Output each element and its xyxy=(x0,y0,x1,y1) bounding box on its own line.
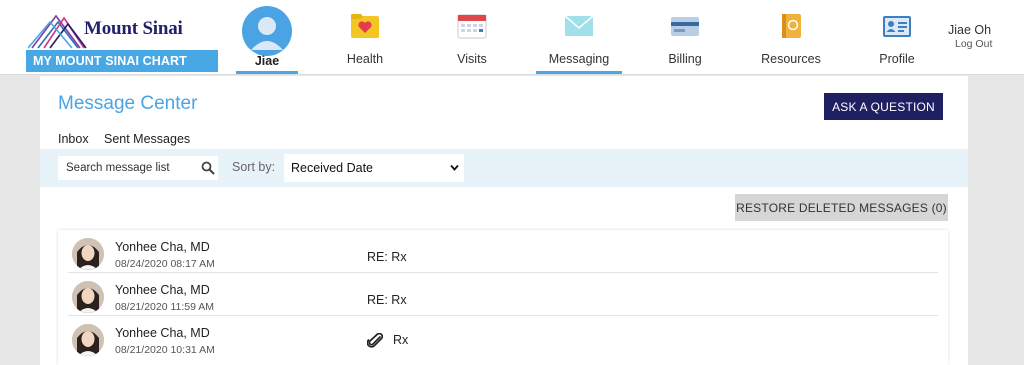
sort-select[interactable]: Received Date xyxy=(284,154,464,182)
paperclip-icon xyxy=(367,333,384,348)
message-sender: Yonhee Cha, MD xyxy=(115,326,210,340)
logout-link[interactable]: Log Out xyxy=(955,38,992,50)
message-row[interactable]: Yonhee Cha, MD 08/21/2020 11:59 AM RE: R… xyxy=(58,273,948,316)
heart-folder-icon xyxy=(351,14,379,38)
nav-label-profile: Profile xyxy=(879,52,915,66)
sort-label: Sort by: xyxy=(232,160,276,174)
nav-label-messaging: Messaging xyxy=(548,52,610,66)
nav-tab-visits[interactable]: Visits xyxy=(437,0,507,75)
nav-label-visits: Visits xyxy=(457,52,487,66)
nav-tab-resources[interactable]: Resources xyxy=(756,0,826,75)
top-header: Mount Sinai MY MOUNT SINAI CHART Jiae He… xyxy=(0,0,1024,75)
message-row[interactable]: Yonhee Cha, MD 08/24/2020 08:17 AM RE: R… xyxy=(58,230,948,273)
sender-photo-icon xyxy=(72,238,104,270)
user-avatar-button[interactable] xyxy=(242,6,292,56)
nav-tab-health[interactable]: Health xyxy=(330,0,400,75)
sender-avatar xyxy=(72,324,104,356)
message-date: 08/24/2020 08:17 AM xyxy=(115,258,215,270)
search-input[interactable] xyxy=(58,156,198,180)
message-date: 08/21/2020 11:59 AM xyxy=(115,301,215,313)
nav-label-resources: Resources xyxy=(761,52,821,66)
message-center-panel: Message Center ASK A QUESTION Inbox Sent… xyxy=(40,76,968,365)
message-sender: Yonhee Cha, MD xyxy=(115,283,210,297)
logo-text: Mount Sinai xyxy=(84,18,183,39)
account-name: Jiae Oh xyxy=(948,23,992,37)
sender-photo-icon xyxy=(72,281,104,313)
user-tab-underline xyxy=(236,71,298,74)
chart-banner: MY MOUNT SINAI CHART xyxy=(26,50,218,72)
ask-question-button[interactable]: ASK A QUESTION xyxy=(824,93,943,120)
tab-inbox[interactable]: Inbox xyxy=(58,132,89,146)
nav-label-health: Health xyxy=(346,52,384,66)
calendar-icon xyxy=(457,14,487,39)
message-list: Yonhee Cha, MD 08/24/2020 08:17 AM RE: R… xyxy=(58,230,948,365)
filter-bar: Sort by: Received Date xyxy=(40,149,968,187)
sort-selected-value: Received Date xyxy=(291,161,373,175)
user-avatar-icon xyxy=(251,17,283,50)
message-date: 08/21/2020 10:31 AM xyxy=(115,344,215,356)
message-subject: RE: Rx xyxy=(367,293,407,307)
message-sender: Yonhee Cha, MD xyxy=(115,240,210,254)
search-icon[interactable] xyxy=(201,161,215,175)
sender-avatar xyxy=(72,281,104,313)
tab-sent-messages[interactable]: Sent Messages xyxy=(104,132,190,146)
message-row[interactable]: Yonhee Cha, MD 08/21/2020 10:31 AM Rx xyxy=(58,316,948,359)
id-card-icon xyxy=(883,16,911,37)
nav-tab-user[interactable]: Jiae xyxy=(236,54,298,68)
sender-photo-icon xyxy=(72,324,104,356)
nav-tab-messaging[interactable]: Messaging xyxy=(536,0,622,75)
credit-card-icon xyxy=(671,17,699,36)
book-icon xyxy=(782,14,801,38)
page-title: Message Center xyxy=(58,93,198,114)
chevron-down-icon xyxy=(450,164,459,171)
nav-tab-profile[interactable]: Profile xyxy=(862,0,932,75)
nav-tab-billing[interactable]: Billing xyxy=(650,0,720,75)
message-subject: Rx xyxy=(393,333,409,347)
envelope-icon xyxy=(564,15,594,36)
messaging-tab-underline xyxy=(536,71,622,74)
search-box xyxy=(58,156,218,180)
nav-label-billing: Billing xyxy=(668,52,702,66)
restore-deleted-messages-button[interactable]: RESTORE DELETED MESSAGES (0) xyxy=(735,194,948,221)
message-subject: RE: Rx xyxy=(367,250,407,264)
sender-avatar xyxy=(72,238,104,270)
